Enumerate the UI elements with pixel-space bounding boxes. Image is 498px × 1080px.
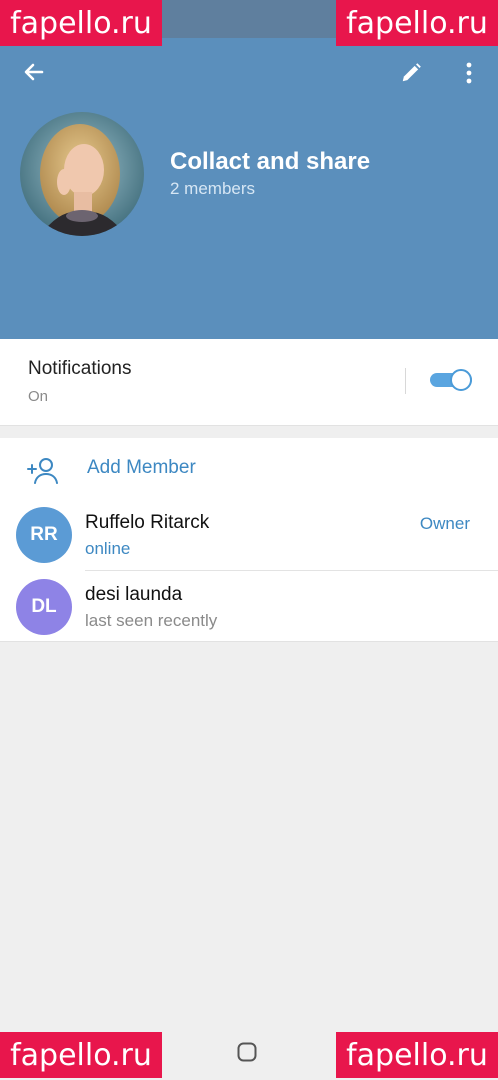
member-role-badge: Owner: [419, 514, 470, 533]
more-options-button[interactable]: [454, 56, 484, 90]
toggle-knob: [450, 369, 472, 391]
member-count: 2 members: [170, 179, 256, 198]
member-name: desi launda: [85, 584, 183, 605]
pencil-icon: [402, 63, 421, 82]
avatar: DL: [16, 579, 72, 635]
notifications-label: Notifications: [28, 358, 132, 379]
home-icon: [237, 1042, 257, 1062]
member-row[interactable]: DL desi launda last seen recently: [0, 574, 498, 642]
profile-header: Collact and share 2 members: [0, 38, 498, 339]
group-avatar-photo: [20, 112, 144, 236]
member-status: online: [85, 539, 131, 558]
back-button[interactable]: [18, 56, 50, 88]
notifications-value: On: [28, 388, 49, 405]
watermark: fapello.ru: [336, 0, 498, 46]
member-name: Ruffelo Ritarck: [85, 512, 210, 533]
members-section: Add Member RR Ruffelo Ritarck online Own…: [0, 438, 498, 642]
watermark: fapello.ru: [0, 1032, 162, 1078]
more-vertical-icon: [466, 62, 472, 84]
add-member-button[interactable]: Add Member: [0, 438, 498, 500]
member-row[interactable]: RR Ruffelo Ritarck online Owner: [0, 502, 498, 570]
notifications-row[interactable]: Notifications On: [0, 339, 498, 426]
add-person-icon: [27, 458, 58, 484]
row-divider: [85, 570, 498, 571]
member-status: last seen recently: [85, 611, 218, 630]
add-member-label: Add Member: [87, 457, 196, 478]
edit-button[interactable]: [394, 56, 428, 90]
watermark: fapello.ru: [336, 1032, 498, 1078]
home-button[interactable]: [236, 1041, 258, 1063]
group-avatar[interactable]: [20, 112, 144, 236]
avatar: RR: [16, 507, 72, 563]
back-arrow-icon: [24, 63, 44, 81]
divider: [405, 368, 406, 394]
group-title: Collact and share: [170, 148, 371, 175]
watermark: fapello.ru: [0, 0, 162, 46]
notifications-toggle[interactable]: [430, 369, 472, 391]
